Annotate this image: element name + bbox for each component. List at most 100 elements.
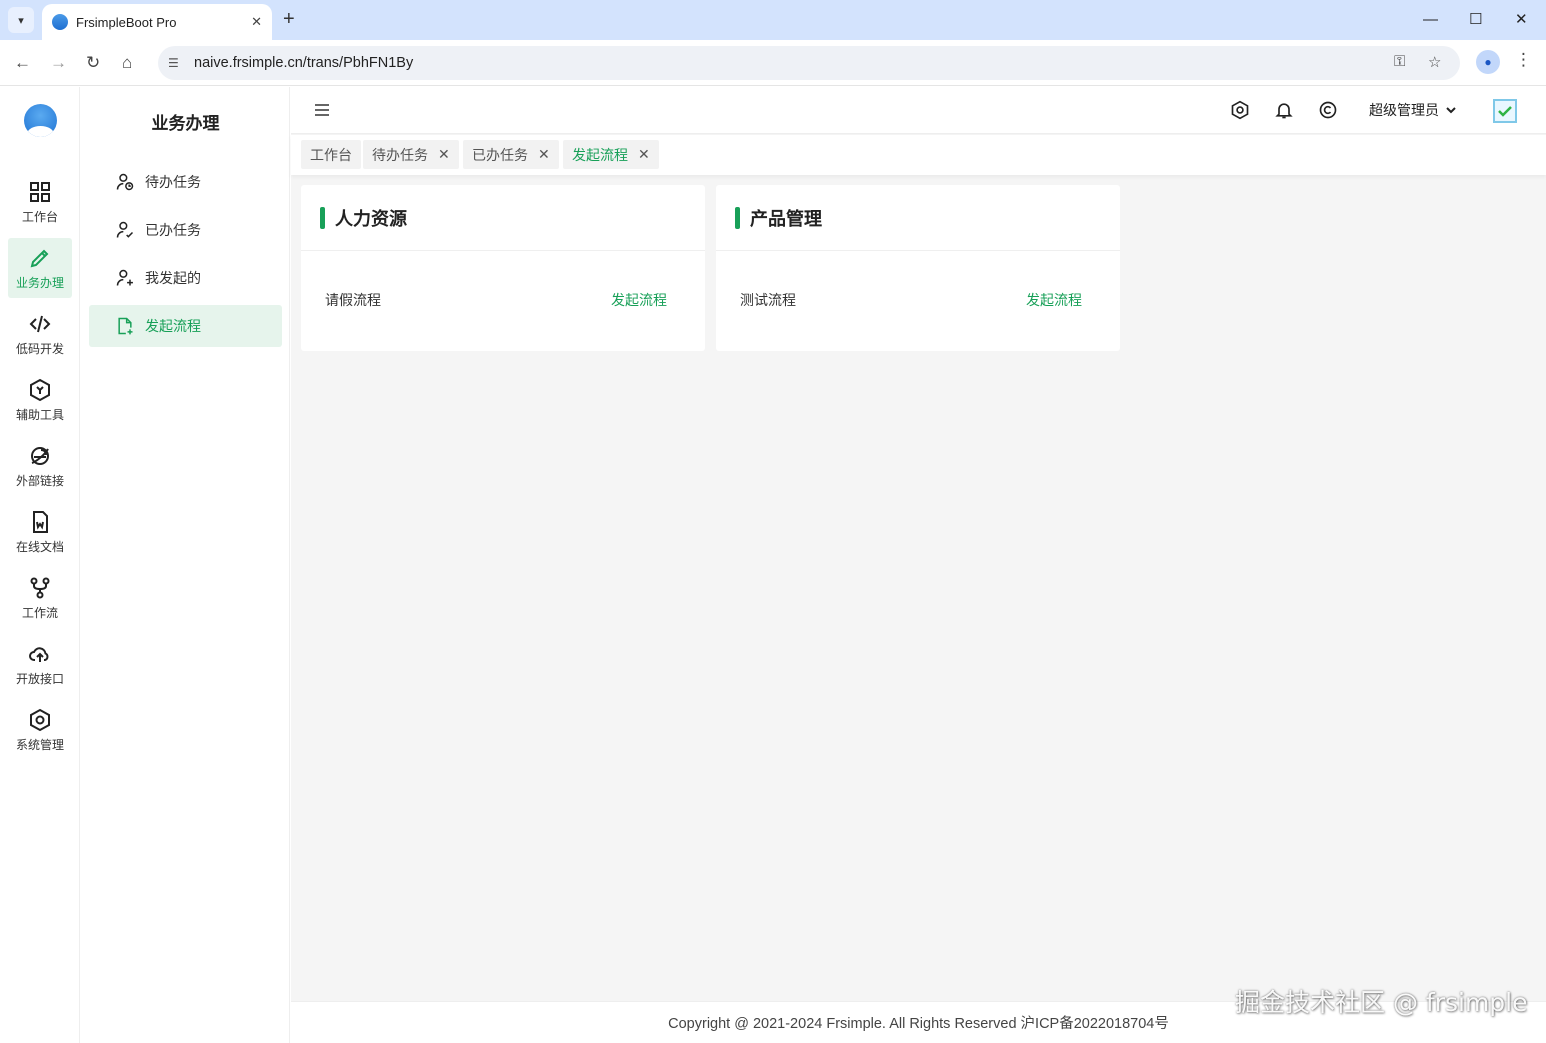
site-settings-icon[interactable]: ☰ xyxy=(168,56,186,70)
pencil-icon xyxy=(30,249,49,267)
card-header: 产品管理 xyxy=(716,185,1120,251)
app-header: 超级管理员 xyxy=(291,87,1546,134)
start-process-link[interactable]: 发起流程 xyxy=(1026,290,1082,310)
rail-item-workflow[interactable]: 工作流 xyxy=(8,568,72,628)
rail-item-docs[interactable]: 在线文档 xyxy=(8,502,72,562)
process-row: 测试流程 发起流程 xyxy=(716,251,1120,349)
window-close-icon[interactable]: ✕ xyxy=(1515,10,1528,30)
copyright-icon[interactable] xyxy=(1318,100,1338,120)
tab-label: 已办任务 xyxy=(472,146,528,163)
reload-icon[interactable]: ↻ xyxy=(86,52,100,74)
process-name: 测试流程 xyxy=(740,292,796,308)
minimize-icon[interactable]: — xyxy=(1423,10,1438,30)
tab-close-icon[interactable]: ✕ xyxy=(251,14,262,30)
rail-item-label: 低码开发 xyxy=(15,341,64,356)
chevron-down-icon xyxy=(1446,107,1456,114)
browser-toolbar: ← → ↻ ⌂ ☰ naive.frsimple.cn/trans/PbhFN1… xyxy=(0,40,1546,86)
rail-item-tools[interactable]: 辅助工具 xyxy=(8,370,72,430)
rail-item-label: 开放接口 xyxy=(15,671,64,686)
tab-start-process[interactable]: 发起流程 ✕ xyxy=(563,140,659,169)
rail-item-label: 业务办理 xyxy=(15,275,64,290)
submenu-item-start-process[interactable]: 发起流程 xyxy=(89,305,282,347)
rail-item-label: 在线文档 xyxy=(15,539,64,554)
app-root: 工作台 业务办理 低码开发 辅助工具 外部链接 在线文档 工作流 开放接口 系统… xyxy=(0,87,1546,1043)
rail-item-label: 工作台 xyxy=(21,209,58,224)
submenu-item-label: 已办任务 xyxy=(145,222,201,238)
submenu-item-label: 待办任务 xyxy=(145,174,201,190)
profile-avatar-icon[interactable]: ● xyxy=(1476,50,1500,74)
browser-tabstrip: ▾ FrsimpleBoot Pro ✕ + — ☐ ✕ xyxy=(0,0,1546,40)
rail-item-label: 外部链接 xyxy=(15,473,64,488)
address-bar[interactable]: ☰ naive.frsimple.cn/trans/PbhFN1By ⚿ ☆ xyxy=(158,46,1460,80)
rail-item-label: 系统管理 xyxy=(15,737,64,752)
tab-close-icon[interactable]: ✕ xyxy=(638,146,650,163)
tab-dashboard[interactable]: 工作台 xyxy=(301,140,361,169)
rail-item-lowcode[interactable]: 低码开发 xyxy=(8,304,72,364)
rail-item-label: 工作流 xyxy=(21,605,58,620)
submenu-item-my-initiated[interactable]: 我发起的 xyxy=(89,257,282,299)
back-arrow-icon[interactable]: ← xyxy=(14,52,31,74)
tab-close-icon[interactable]: ✕ xyxy=(538,146,550,163)
notification-bell-icon[interactable] xyxy=(1274,100,1294,120)
main-content: 超级管理员 工作台 待办任务 ✕ 已办任务 ✕ 发起流程 ✕ 人力资源 请假流程… xyxy=(291,87,1546,1043)
browser-tab-title: FrsimpleBoot Pro xyxy=(76,14,177,30)
tabs-bar: 工作台 待办任务 ✕ 已办任务 ✕ 发起流程 ✕ xyxy=(291,135,1546,175)
checkmark-icon xyxy=(1498,106,1512,117)
submenu-item-label: 发起流程 xyxy=(145,318,201,334)
submenu-item-done-tasks[interactable]: 已办任务 xyxy=(89,209,282,251)
tab-label: 待办任务 xyxy=(372,146,428,163)
tab-done-tasks[interactable]: 已办任务 ✕ xyxy=(463,140,559,169)
browser-link-icon xyxy=(31,446,49,465)
user-add-icon xyxy=(116,269,133,286)
forward-arrow-icon[interactable]: → xyxy=(50,52,67,74)
tab-close-icon[interactable]: ✕ xyxy=(438,146,450,163)
browser-tab[interactable]: FrsimpleBoot Pro ✕ xyxy=(42,4,272,40)
rail-item-dashboard[interactable]: 工作台 xyxy=(8,172,72,232)
avatar[interactable] xyxy=(1493,99,1517,123)
new-tab-plus-icon[interactable]: + xyxy=(283,8,295,30)
process-card-hr: 人力资源 请假流程 发起流程 xyxy=(301,185,705,351)
user-dropdown[interactable]: 超级管理员 xyxy=(1369,100,1457,120)
process-card-product: 产品管理 测试流程 发起流程 xyxy=(716,185,1120,351)
rail-item-open-api[interactable]: 开放接口 xyxy=(8,634,72,694)
rail-item-label: 辅助工具 xyxy=(15,407,64,422)
secondary-nav: 业务办理 待办任务 已办任务 我发起的 发起流程 xyxy=(81,87,290,1043)
card-title: 人力资源 xyxy=(335,208,407,229)
copyright-text: Copyright @ 2021-2024 Frsimple. All Righ… xyxy=(668,1016,1169,1032)
card-accent-bar xyxy=(320,206,325,229)
workflow-icon xyxy=(30,577,50,598)
favicon-icon xyxy=(52,14,68,30)
start-process-link[interactable]: 发起流程 xyxy=(611,290,667,310)
settings-icon[interactable] xyxy=(1230,100,1250,120)
rail-item-system[interactable]: 系统管理 xyxy=(8,700,72,760)
hexagon-tool-icon xyxy=(30,378,50,401)
bookmark-star-icon[interactable]: ☆ xyxy=(1428,53,1441,71)
user-pending-icon xyxy=(116,173,134,191)
password-key-icon[interactable]: ⚿ xyxy=(1394,53,1405,70)
rail-item-business[interactable]: 业务办理 xyxy=(8,238,72,298)
submenu-item-pending-tasks[interactable]: 待办任务 xyxy=(89,161,282,203)
document-icon xyxy=(33,510,48,533)
submenu-item-label: 我发起的 xyxy=(145,270,201,286)
maximize-icon[interactable]: ☐ xyxy=(1469,10,1482,30)
rail-item-external-links[interactable]: 外部链接 xyxy=(8,436,72,496)
tab-search-chevron-icon[interactable]: ▾ xyxy=(8,7,34,33)
user-check-icon xyxy=(116,221,134,238)
home-icon[interactable]: ⌂ xyxy=(122,52,132,74)
file-add-icon xyxy=(118,317,133,335)
browser-menu-icon[interactable]: ⋮ xyxy=(1515,50,1532,70)
primary-nav-rail: 工作台 业务办理 低码开发 辅助工具 外部链接 在线文档 工作流 开放接口 系统… xyxy=(0,87,80,1043)
watermark: 掘金技术社区 @ frsimple xyxy=(1235,988,1528,1017)
code-icon xyxy=(29,315,51,332)
menu-toggle-icon[interactable] xyxy=(314,103,330,117)
dashboard-icon xyxy=(30,181,50,202)
process-row: 请假流程 发起流程 xyxy=(301,251,705,349)
app-logo[interactable] xyxy=(24,104,57,137)
cloud-upload-icon xyxy=(29,646,49,662)
tab-pending-tasks[interactable]: 待办任务 ✕ xyxy=(363,140,459,169)
tab-label: 发起流程 xyxy=(572,146,628,163)
user-name: 超级管理员 xyxy=(1369,102,1439,118)
url-text[interactable]: naive.frsimple.cn/trans/PbhFN1By xyxy=(194,55,413,71)
card-header: 人力资源 xyxy=(301,185,705,251)
settings-hex-icon xyxy=(30,708,50,731)
